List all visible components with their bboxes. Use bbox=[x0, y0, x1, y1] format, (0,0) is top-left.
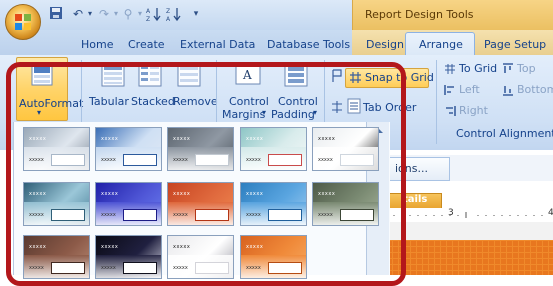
thumbnail-caption: xxxxx bbox=[101, 244, 119, 250]
thumbnail-label: xxxxx bbox=[246, 212, 261, 218]
thumbnail-textbox bbox=[340, 154, 374, 166]
thumbnail-caption: xxxxx bbox=[173, 244, 191, 250]
thumbnail-textbox bbox=[123, 262, 157, 274]
thumbnail-textbox bbox=[51, 262, 85, 274]
thumbnail-textbox bbox=[268, 154, 302, 166]
autoformat-style-thumbnail[interactable]: xxxxx xxxxx bbox=[95, 235, 162, 279]
autoformat-style-thumbnail[interactable]: xxxxx xxxxx bbox=[95, 127, 162, 171]
thumbnail-label: xxxxx bbox=[246, 157, 261, 163]
thumbnail-caption: xxxxx bbox=[101, 136, 119, 142]
thumbnail-caption: xxxxx bbox=[246, 191, 264, 197]
autoformat-style-thumbnail[interactable]: xxxxx xxxxx bbox=[167, 127, 234, 171]
thumbnail-textbox bbox=[195, 209, 229, 221]
thumbnail-label: xxxxx bbox=[173, 212, 188, 218]
autoformat-style-thumbnail[interactable]: xxxxx xxxxx bbox=[312, 127, 379, 171]
thumbnail-label: xxxxx bbox=[29, 265, 44, 271]
thumbnail-label: xxxxx bbox=[101, 157, 116, 163]
autoformat-style-thumbnail[interactable]: xxxxx xxxxx bbox=[23, 182, 90, 226]
thumbnail-caption: xxxxx bbox=[173, 136, 191, 142]
thumbnail-caption: xxxxx bbox=[101, 191, 119, 197]
thumbnail-caption: xxxxx bbox=[29, 136, 47, 142]
thumbnail-textbox bbox=[123, 209, 157, 221]
thumbnail-label: xxxxx bbox=[318, 157, 333, 163]
autoformat-style-thumbnail[interactable]: xxxxx xxxxx bbox=[23, 235, 90, 279]
autoformat-thumbnails: xxxxx xxxxx xxxxx xxxxx xxxxx xxxxx xxxxx xxxxx… bbox=[0, 0, 553, 279]
thumbnail-textbox bbox=[268, 262, 302, 274]
autoformat-style-thumbnail[interactable]: xxxxx xxxxx bbox=[167, 235, 234, 279]
thumbnail-caption: xxxxx bbox=[29, 244, 47, 250]
autoformat-style-thumbnail[interactable]: xxxxx xxxxx bbox=[240, 127, 307, 171]
office-logo-icon bbox=[15, 14, 31, 30]
thumbnail-textbox bbox=[340, 209, 374, 221]
thumbnail-caption: xxxxx bbox=[246, 136, 264, 142]
thumbnail-textbox bbox=[268, 209, 302, 221]
thumbnail-caption: xxxxx bbox=[29, 191, 47, 197]
thumbnail-textbox bbox=[51, 154, 85, 166]
thumbnail-label: xxxxx bbox=[246, 265, 261, 271]
thumbnail-textbox bbox=[51, 209, 85, 221]
thumbnail-caption: xxxxx bbox=[173, 191, 191, 197]
autoformat-style-thumbnail[interactable]: xxxxx xxxxx bbox=[23, 127, 90, 171]
autoformat-style-thumbnail[interactable]: xxxxx xxxxx bbox=[240, 235, 307, 279]
thumbnail-caption: xxxxx bbox=[246, 244, 264, 250]
autoformat-style-thumbnail[interactable]: xxxxx xxxxx bbox=[240, 182, 307, 226]
thumbnail-label: xxxxx bbox=[101, 265, 116, 271]
thumbnail-textbox bbox=[195, 154, 229, 166]
autoformat-style-thumbnail[interactable]: xxxxx xxxxx bbox=[95, 182, 162, 226]
thumbnail-caption: xxxxx bbox=[318, 136, 336, 142]
thumbnail-label: xxxxx bbox=[29, 157, 44, 163]
thumbnail-caption: xxxxx bbox=[318, 191, 336, 197]
thumbnail-label: xxxxx bbox=[101, 212, 116, 218]
thumbnail-label: xxxxx bbox=[29, 212, 44, 218]
thumbnail-textbox bbox=[123, 154, 157, 166]
autoformat-style-thumbnail[interactable]: xxxxx xxxxx bbox=[167, 182, 234, 226]
office-button[interactable] bbox=[5, 4, 41, 40]
thumbnail-label: xxxxx bbox=[173, 157, 188, 163]
autoformat-style-thumbnail[interactable]: xxxxx xxxxx bbox=[312, 182, 379, 226]
thumbnail-label: xxxxx bbox=[173, 265, 188, 271]
thumbnail-label: xxxxx bbox=[318, 212, 333, 218]
thumbnail-textbox bbox=[195, 262, 229, 274]
